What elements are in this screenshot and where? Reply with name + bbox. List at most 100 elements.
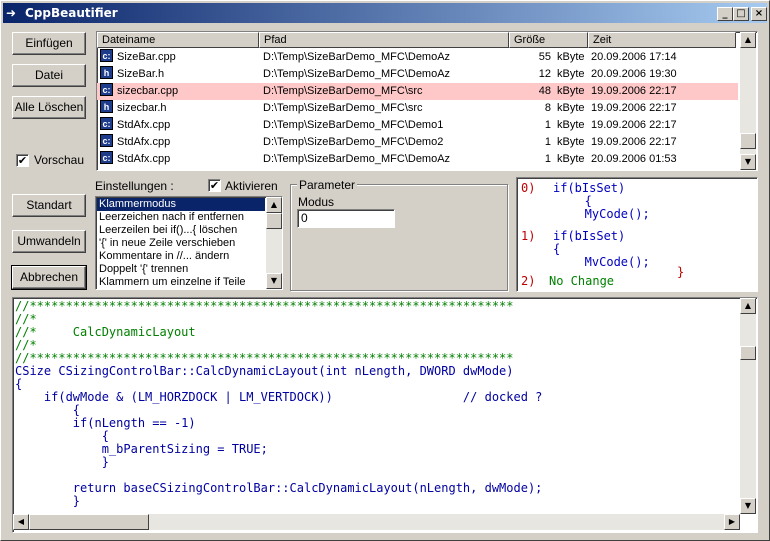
default-button[interactable]: Standart xyxy=(12,194,86,217)
option-0-line-1: if(bIsSet) xyxy=(553,181,626,195)
column-header-time[interactable]: Zeit xyxy=(588,32,736,48)
minimize-button[interactable]: _ xyxy=(717,7,733,21)
clear-all-button[interactable]: Alle Löschen xyxy=(12,96,86,119)
maximize-button[interactable]: □ xyxy=(733,7,749,21)
scroll-thumb[interactable] xyxy=(740,133,756,149)
file-name: sizecbar.cpp xyxy=(117,85,179,97)
settings-scroll-up-icon[interactable]: ▲ xyxy=(266,197,282,213)
app-arrow-icon: ➜ xyxy=(6,6,17,20)
file-time: 19.09.2006 22:17 xyxy=(591,119,677,131)
file-size: 1 xyxy=(544,136,551,148)
file-time: 19.09.2006 22:17 xyxy=(591,136,677,148)
code-vscroll-thumb[interactable] xyxy=(740,346,756,360)
code-line: } xyxy=(15,455,109,469)
activate-checkbox[interactable]: ✔ xyxy=(208,179,221,192)
code-scroll-down-icon[interactable]: ▼ xyxy=(740,498,756,514)
file-row[interactable]: c: StdAfx.cpp D:\Temp\SizeBarDemo_MFC\Demo… xyxy=(97,134,738,151)
app-window: ➜ CppBeautifier _ □ × Einfügen Datei All… xyxy=(0,0,770,541)
preview-options-panel: 0) if(bIsSet) { MyCode(); 1) if(bIsSet) … xyxy=(516,177,758,292)
column-header-size[interactable]: Größe xyxy=(509,32,588,48)
code-line: //* CalcDynamicLayout xyxy=(15,325,196,339)
code-scroll-up-icon[interactable]: ▲ xyxy=(740,298,756,314)
code-line: CSize CSizingControlBar::CalcDynamicLayo… xyxy=(15,364,514,378)
file-size-unit: kByte xyxy=(557,85,585,97)
file-path: D:\Temp\SizeBarDemo_MFC\Demo1 xyxy=(263,119,444,131)
code-scroll-right-icon[interactable]: ▶ xyxy=(724,514,740,530)
file-time: 19.09.2006 22:17 xyxy=(591,85,677,97)
code-vscrollbar[interactable]: ▲ ▼ xyxy=(740,298,756,514)
file-time: 20.09.2006 19:30 xyxy=(591,68,677,80)
file-name: StdAfx.cpp xyxy=(117,153,171,165)
settings-item[interactable]: '{' in neue Zeile verschieben xyxy=(97,237,265,250)
code-hscroll-thumb[interactable] xyxy=(29,514,149,530)
convert-button[interactable]: Umwandeln xyxy=(12,230,86,253)
settings-item[interactable]: Klammermodus xyxy=(97,198,265,211)
close-button[interactable]: × xyxy=(751,7,767,21)
settings-item[interactable]: Leerzeichen nach if entfernen xyxy=(97,211,265,224)
settings-scrollbar[interactable]: ▲ ▼ xyxy=(266,197,282,289)
option-1-line-3: MvCode(); xyxy=(563,255,650,269)
file-size-unit: kByte xyxy=(557,153,585,165)
file-type-icon: c: xyxy=(100,134,113,147)
file-list[interactable]: Dateiname Pfad Größe Zeit c: SizeBar.cpp D… xyxy=(96,31,758,171)
file-button[interactable]: Datei xyxy=(12,64,86,87)
file-size-unit: kByte xyxy=(557,102,585,114)
file-path: D:\Temp\SizeBarDemo_MFC\src xyxy=(263,102,423,114)
preview-checkbox[interactable]: ✔ xyxy=(16,154,29,167)
settings-item[interactable]: Doppelt '{' trennen xyxy=(97,263,265,276)
settings-listbox[interactable]: Klammermodus Leerzeichen nach if entferne… xyxy=(95,196,283,290)
file-type-icon: c: xyxy=(100,83,113,96)
file-size-unit: kByte xyxy=(557,68,585,80)
mode-label: Modus xyxy=(298,195,335,209)
file-row[interactable]: h sizecbar.h D:\Temp\SizeBarDemo_MFC\src 8 k… xyxy=(97,100,738,117)
file-size: 48 xyxy=(538,85,551,97)
insert-button[interactable]: Einfügen xyxy=(12,32,86,55)
file-type-icon: h xyxy=(100,100,113,113)
option-1-line-2: { xyxy=(553,242,561,256)
option-2-line-1: No Change xyxy=(549,274,615,288)
cancel-button[interactable]: Abbrechen xyxy=(11,265,87,290)
code-hscrollbar[interactable]: ◀ ▶ xyxy=(13,514,740,530)
mode-input[interactable]: 0 xyxy=(297,209,395,228)
file-type-icon: c: xyxy=(100,49,113,62)
file-time: 20.09.2006 01:53 xyxy=(591,153,677,165)
file-size-unit: kByte xyxy=(557,51,585,63)
option-index-0: 0) xyxy=(521,181,536,195)
file-row[interactable]: h SizeBar.h D:\Temp\SizeBarDemo_MFC\DemoAz… xyxy=(97,66,738,83)
settings-item[interactable]: Kommentare in //... ändern xyxy=(97,250,265,263)
file-list-scrollbar[interactable]: ▲ ▼ xyxy=(740,32,756,170)
file-size: 55 xyxy=(538,51,551,63)
code-viewer[interactable]: //**************************************… xyxy=(12,297,758,533)
option-0-line-2: { xyxy=(563,194,592,208)
file-type-icon: c: xyxy=(100,151,113,164)
file-row[interactable]: c: StdAfx.cpp D:\Temp\SizeBarDemo_MFC\Demo… xyxy=(97,151,738,168)
column-header-name[interactable]: Dateiname xyxy=(97,32,259,48)
scroll-down-icon[interactable]: ▼ xyxy=(740,154,756,170)
settings-item[interactable]: Klammern um einzelne if Teile xyxy=(97,276,265,289)
file-path: D:\Temp\SizeBarDemo_MFC\src xyxy=(263,85,423,97)
file-size-unit: kByte xyxy=(557,136,585,148)
code-line: } xyxy=(15,494,81,508)
title-bar[interactable]: ➜ CppBeautifier _ □ × xyxy=(3,3,767,23)
parameter-group-label: Parameter xyxy=(297,178,358,192)
file-size: 1 xyxy=(544,153,551,165)
settings-item[interactable]: Leerzeilen bei if()...{ löschen xyxy=(97,224,265,237)
file-size-unit: kByte xyxy=(557,119,585,131)
file-time: 20.09.2006 17:14 xyxy=(591,51,677,63)
file-list-header: Dateiname Pfad Größe Zeit xyxy=(97,32,738,48)
option-index-2: 2) xyxy=(521,274,536,288)
settings-scroll-thumb[interactable] xyxy=(266,213,282,229)
option-0-line-3: MyCode(); xyxy=(563,207,650,221)
settings-scroll-down-icon[interactable]: ▼ xyxy=(266,273,282,289)
file-name: sizecbar.h xyxy=(117,102,167,114)
file-path: D:\Temp\SizeBarDemo_MFC\DemoAz xyxy=(263,51,451,63)
code-scroll-left-icon[interactable]: ◀ xyxy=(13,514,29,530)
option-1-line-4: } xyxy=(677,265,685,279)
file-row[interactable]: c: sizecbar.cpp D:\Temp\SizeBarDemo_MFC\sr… xyxy=(97,83,738,100)
scroll-up-icon[interactable]: ▲ xyxy=(740,32,756,48)
file-type-icon: h xyxy=(100,66,113,79)
column-header-path[interactable]: Pfad xyxy=(259,32,509,48)
file-name: StdAfx.cpp xyxy=(117,119,171,131)
file-row[interactable]: c: StdAfx.cpp D:\Temp\SizeBarDemo_MFC\Demo… xyxy=(97,117,738,134)
file-row[interactable]: c: SizeBar.cpp D:\Temp\SizeBarDemo_MFC\Dem… xyxy=(97,49,738,66)
